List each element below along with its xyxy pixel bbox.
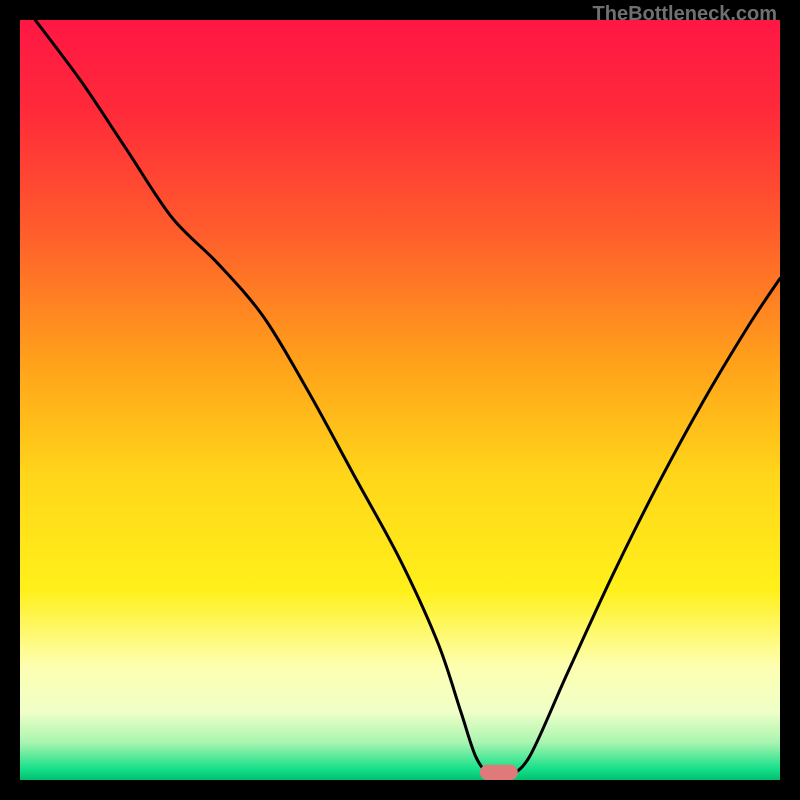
- chart-container: TheBottleneck.com: [0, 0, 800, 800]
- optimum-marker: [480, 765, 518, 780]
- gradient-background: [20, 20, 780, 780]
- bottleneck-chart: [20, 20, 780, 780]
